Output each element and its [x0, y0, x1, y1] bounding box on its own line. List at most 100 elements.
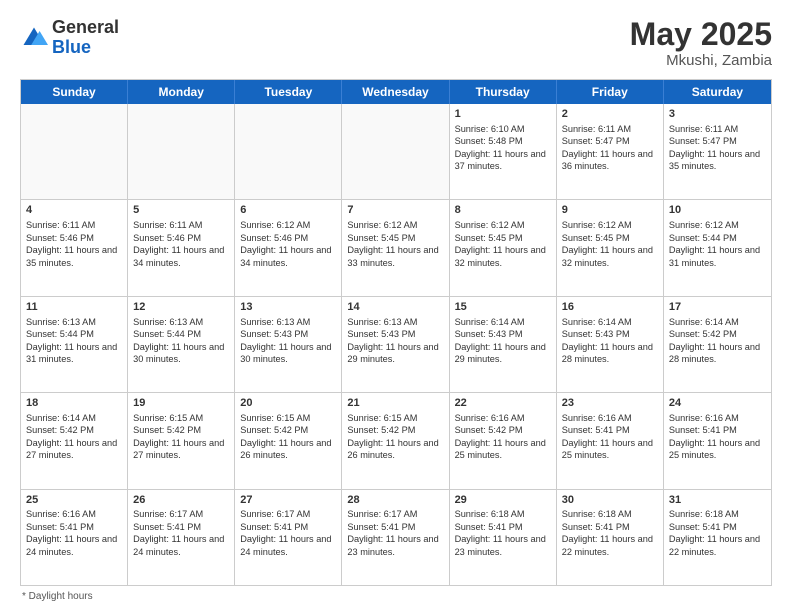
day-number: 15 [455, 300, 551, 315]
cal-week-4: 25Sunrise: 6:16 AMSunset: 5:41 PMDayligh… [21, 490, 771, 585]
cell-info: Sunrise: 6:15 AMSunset: 5:42 PMDaylight:… [347, 413, 438, 460]
day-number: 17 [669, 300, 766, 315]
cal-cell-3-0: 18 Sunrise: 6:14 AMSunset: 5:42 PMDayligh… [21, 393, 128, 488]
cal-cell-1-2: 6 Sunrise: 6:12 AMSunset: 5:46 PMDaylight… [235, 200, 342, 295]
cal-cell-1-0: 4Sunrise: 6:11 AMSunset: 5:46 PMDaylight… [21, 200, 128, 295]
cell-info: Sunrise: 6:13 AMSunset: 5:43 PMDaylight:… [347, 317, 438, 364]
cell-info: Sunrise: 6:13 AMSunset: 5:44 PMDaylight:… [26, 317, 117, 364]
cal-cell-4-5: 30Sunrise: 6:18 AMSunset: 5:41 PMDayligh… [557, 490, 664, 585]
cal-cell-2-5: 16 Sunrise: 6:14 AMSunset: 5:43 PMDayligh… [557, 297, 664, 392]
cal-cell-1-5: 9 Sunrise: 6:12 AMSunset: 5:45 PMDaylight… [557, 200, 664, 295]
cell-info: Sunrise: 6:10 AMSunset: 5:48 PMDaylight:… [455, 124, 546, 171]
cell-info: Sunrise: 6:11 AMSunset: 5:47 PMDaylight:… [669, 124, 760, 171]
cal-cell-3-3: 21 Sunrise: 6:15 AMSunset: 5:42 PMDayligh… [342, 393, 449, 488]
cal-cell-2-4: 15 Sunrise: 6:14 AMSunset: 5:43 PMDayligh… [450, 297, 557, 392]
cell-info: Sunrise: 6:14 AMSunset: 5:42 PMDaylight:… [669, 317, 760, 364]
day-number: 23 [562, 396, 658, 411]
day-number: 16 [562, 300, 658, 315]
cell-info: Sunrise: 6:15 AMSunset: 5:42 PMDaylight:… [133, 413, 224, 460]
day-number: 5 [133, 203, 229, 218]
cell-info: Sunrise: 6:11 AMSunset: 5:46 PMDaylight:… [26, 220, 117, 267]
cal-cell-4-2: 27Sunrise: 6:17 AMSunset: 5:41 PMDayligh… [235, 490, 342, 585]
cell-info: Sunrise: 6:18 AMSunset: 5:41 PMDaylight:… [669, 509, 760, 556]
day-number: 24 [669, 396, 766, 411]
cal-cell-4-4: 29Sunrise: 6:18 AMSunset: 5:41 PMDayligh… [450, 490, 557, 585]
cell-info: Sunrise: 6:12 AMSunset: 5:45 PMDaylight:… [562, 220, 653, 267]
cal-cell-0-6: 3 Sunrise: 6:11 AMSunset: 5:47 PMDaylight… [664, 104, 771, 199]
page: General Blue May 2025 Mkushi, Zambia Sun… [0, 0, 792, 612]
cell-info: Sunrise: 6:16 AMSunset: 5:41 PMDaylight:… [669, 413, 760, 460]
day-number: 7 [347, 203, 443, 218]
cal-cell-2-0: 11Sunrise: 6:13 AMSunset: 5:44 PMDayligh… [21, 297, 128, 392]
cell-info: Sunrise: 6:12 AMSunset: 5:44 PMDaylight:… [669, 220, 760, 267]
cell-info: Sunrise: 6:18 AMSunset: 5:41 PMDaylight:… [455, 509, 546, 556]
day-number: 14 [347, 300, 443, 315]
day-number: 25 [26, 493, 122, 508]
cal-cell-3-6: 24 Sunrise: 6:16 AMSunset: 5:41 PMDayligh… [664, 393, 771, 488]
cal-cell-3-1: 19Sunrise: 6:15 AMSunset: 5:42 PMDayligh… [128, 393, 235, 488]
day-number: 28 [347, 493, 443, 508]
cal-cell-4-3: 28Sunrise: 6:17 AMSunset: 5:41 PMDayligh… [342, 490, 449, 585]
footer-label: Daylight hours [29, 591, 93, 602]
logo-blue: Blue [52, 37, 91, 57]
cal-cell-0-1 [128, 104, 235, 199]
cal-cell-4-6: 31Sunrise: 6:18 AMSunset: 5:41 PMDayligh… [664, 490, 771, 585]
cell-info: Sunrise: 6:11 AMSunset: 5:46 PMDaylight:… [133, 220, 224, 267]
day-number: 29 [455, 493, 551, 508]
cell-info: Sunrise: 6:16 AMSunset: 5:41 PMDaylight:… [562, 413, 653, 460]
header-saturday: Saturday [664, 80, 771, 104]
footer-note: * Daylight hours [20, 591, 772, 602]
cell-info: Sunrise: 6:12 AMSunset: 5:46 PMDaylight:… [240, 220, 331, 267]
cal-week-2: 11Sunrise: 6:13 AMSunset: 5:44 PMDayligh… [21, 297, 771, 393]
day-number: 22 [455, 396, 551, 411]
cal-week-3: 18 Sunrise: 6:14 AMSunset: 5:42 PMDayligh… [21, 393, 771, 489]
cell-info: Sunrise: 6:14 AMSunset: 5:43 PMDaylight:… [455, 317, 546, 364]
cell-info: Sunrise: 6:18 AMSunset: 5:41 PMDaylight:… [562, 509, 653, 556]
month-year: May 2025 [630, 18, 772, 50]
cell-info: Sunrise: 6:13 AMSunset: 5:44 PMDaylight:… [133, 317, 224, 364]
cell-info: Sunrise: 6:12 AMSunset: 5:45 PMDaylight:… [347, 220, 438, 267]
logo-icon [20, 24, 48, 52]
cell-info: Sunrise: 6:16 AMSunset: 5:42 PMDaylight:… [455, 413, 546, 460]
day-number: 21 [347, 396, 443, 411]
day-number: 20 [240, 396, 336, 411]
cell-info: Sunrise: 6:15 AMSunset: 5:42 PMDaylight:… [240, 413, 331, 460]
day-number: 2 [562, 107, 658, 122]
day-number: 27 [240, 493, 336, 508]
day-number: 3 [669, 107, 766, 122]
header-monday: Monday [128, 80, 235, 104]
cal-cell-2-1: 12 Sunrise: 6:13 AMSunset: 5:44 PMDayligh… [128, 297, 235, 392]
cal-cell-3-5: 23 Sunrise: 6:16 AMSunset: 5:41 PMDayligh… [557, 393, 664, 488]
day-number: 31 [669, 493, 766, 508]
cal-cell-2-3: 14 Sunrise: 6:13 AMSunset: 5:43 PMDayligh… [342, 297, 449, 392]
calendar-header: Sunday Monday Tuesday Wednesday Thursday… [21, 80, 771, 104]
cal-cell-0-2 [235, 104, 342, 199]
header: General Blue May 2025 Mkushi, Zambia [20, 18, 772, 69]
cell-info: Sunrise: 6:14 AMSunset: 5:42 PMDaylight:… [26, 413, 117, 460]
cell-info: Sunrise: 6:11 AMSunset: 5:47 PMDaylight:… [562, 124, 653, 171]
day-number: 9 [562, 203, 658, 218]
day-number: 12 [133, 300, 229, 315]
cell-info: Sunrise: 6:14 AMSunset: 5:43 PMDaylight:… [562, 317, 653, 364]
cal-cell-1-1: 5 Sunrise: 6:11 AMSunset: 5:46 PMDaylight… [128, 200, 235, 295]
cell-info: Sunrise: 6:17 AMSunset: 5:41 PMDaylight:… [133, 509, 224, 556]
cell-info: Sunrise: 6:17 AMSunset: 5:41 PMDaylight:… [347, 509, 438, 556]
day-number: 6 [240, 203, 336, 218]
cell-info: Sunrise: 6:17 AMSunset: 5:41 PMDaylight:… [240, 509, 331, 556]
day-number: 18 [26, 396, 122, 411]
location: Mkushi, Zambia [630, 52, 772, 69]
header-thursday: Thursday [450, 80, 557, 104]
logo-text: General Blue [52, 18, 119, 58]
title-block: May 2025 Mkushi, Zambia [630, 18, 772, 69]
cal-cell-3-4: 22 Sunrise: 6:16 AMSunset: 5:42 PMDayligh… [450, 393, 557, 488]
cal-cell-0-4: 1Sunrise: 6:10 AMSunset: 5:48 PMDaylight… [450, 104, 557, 199]
cal-cell-2-6: 17 Sunrise: 6:14 AMSunset: 5:42 PMDayligh… [664, 297, 771, 392]
logo-general: General [52, 17, 119, 37]
cal-week-1: 4Sunrise: 6:11 AMSunset: 5:46 PMDaylight… [21, 200, 771, 296]
header-tuesday: Tuesday [235, 80, 342, 104]
day-number: 30 [562, 493, 658, 508]
calendar-body: 1Sunrise: 6:10 AMSunset: 5:48 PMDaylight… [21, 104, 771, 585]
header-friday: Friday [557, 80, 664, 104]
cal-cell-1-3: 7 Sunrise: 6:12 AMSunset: 5:45 PMDaylight… [342, 200, 449, 295]
day-number: 13 [240, 300, 336, 315]
